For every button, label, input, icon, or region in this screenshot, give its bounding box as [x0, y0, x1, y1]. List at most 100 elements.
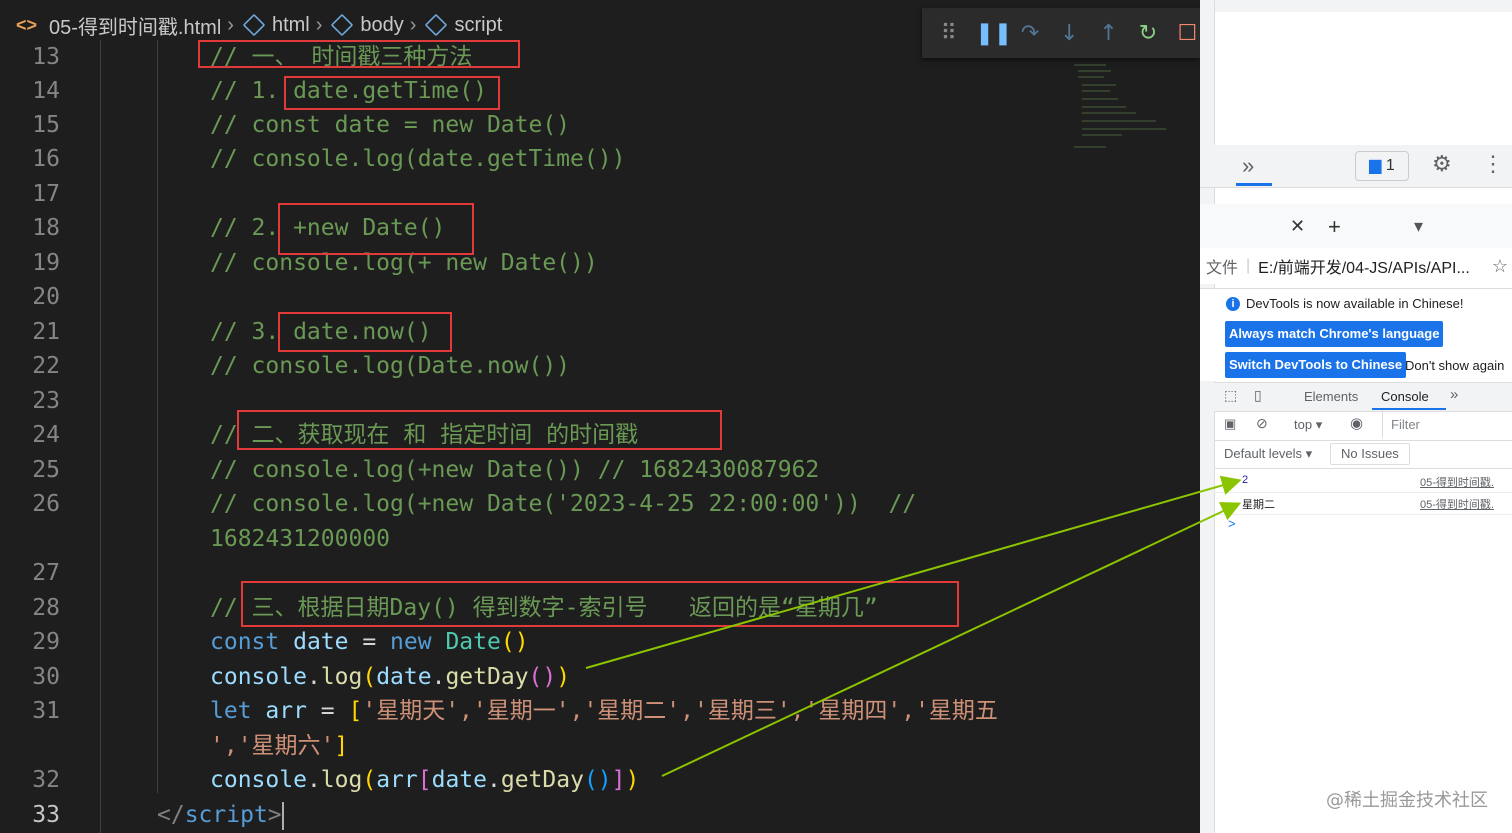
chevron-right-icon: › — [409, 13, 417, 36]
address-label: 文件 — [1206, 260, 1239, 277]
element-icon — [331, 13, 354, 37]
no-issues-button[interactable]: No Issues — [1330, 443, 1410, 465]
line-number: 16 — [32, 146, 60, 172]
filter-input[interactable]: Filter — [1382, 410, 1512, 438]
line-number: 26 — [32, 491, 60, 517]
line-number: 30 — [32, 664, 60, 690]
issues-badge[interactable]: ▆ 1 — [1355, 151, 1409, 181]
chevron-down-icon[interactable]: ▾ — [1414, 216, 1423, 237]
gear-icon[interactable]: ⚙ — [1432, 151, 1452, 177]
drag-handle-icon[interactable]: ⠿ — [936, 21, 961, 46]
eye-icon[interactable]: ◉ — [1350, 414, 1363, 432]
address-bar[interactable]: 文件 | E:/前端开发/04-JS/APIs/API... ☆ — [1200, 248, 1512, 284]
restart-icon[interactable]: ↻ — [1135, 21, 1160, 46]
minimap[interactable] — [1066, 55, 1176, 155]
line-number: 17 — [32, 181, 60, 207]
line-number: 25 — [32, 457, 60, 483]
tab-elements[interactable]: Elements — [1304, 389, 1358, 404]
chevron-right-icon: › — [315, 13, 323, 36]
tab-console[interactable]: Console — [1381, 389, 1429, 404]
console-value: 2 — [1242, 474, 1249, 486]
devtools-panel-tabs: ⬚ ▯ Elements Console » — [1214, 382, 1512, 412]
breadcrumb: <> 05-得到时间戳.html › html › body › script — [0, 8, 502, 42]
line-number: 27 — [32, 560, 60, 586]
more-tabs-icon[interactable]: » — [1242, 153, 1254, 179]
line-number: 21 — [32, 319, 60, 345]
code-line-33: </script> — [157, 801, 284, 830]
line-number: 31 — [32, 698, 60, 724]
line-number: 29 — [32, 629, 60, 655]
chevron-right-icon: › — [227, 13, 234, 36]
new-tab-icon[interactable]: + — [1328, 214, 1341, 240]
breadcrumb-file[interactable]: 05-得到时间戳.html — [49, 11, 221, 40]
kebab-menu-icon[interactable]: ⋮ — [1482, 151, 1504, 177]
pause-icon[interactable]: ❚❚ — [975, 21, 1012, 46]
indent-guide — [100, 40, 101, 833]
line-number: 18 — [32, 215, 60, 241]
code-line-25: // console.log(+new Date()) // 168243008… — [210, 457, 820, 483]
console-source-link[interactable]: 05-得到时间戳. — [1420, 474, 1494, 490]
window-edge — [1200, 0, 1215, 833]
devtools-top-bar: » ▆ 1 ⚙ ⋮ — [1200, 145, 1512, 188]
annotation-box — [237, 410, 722, 450]
code-line-30: console.log(date.getDay()) — [210, 664, 571, 690]
devtools-window: » ▆ 1 ⚙ ⋮ ✕ + ▾ 文件 | E:/前端开发/04-JS/APIs/… — [1200, 0, 1512, 833]
code-line-22: // console.log(Date.now()) — [210, 353, 571, 379]
console-row: 星期二 05-得到时间戳. — [1214, 492, 1512, 515]
dont-show-again-button[interactable]: Don't show again — [1405, 358, 1504, 373]
breadcrumb-body[interactable]: body — [328, 13, 404, 37]
console-toolbar-levels: Default levels ▾ No Issues — [1214, 440, 1512, 469]
language-infobar: i DevTools is now available in Chinese! … — [1200, 288, 1512, 381]
close-icon[interactable]: ✕ — [1290, 216, 1305, 237]
context-select[interactable]: top ▾ — [1294, 417, 1322, 433]
inspect-icon[interactable]: ⬚ — [1224, 387, 1237, 404]
line-number: 23 — [32, 388, 60, 414]
stop-icon[interactable]: ☐ — [1175, 21, 1200, 46]
line-number: 22 — [32, 353, 60, 379]
console-prompt[interactable]: > — [1228, 516, 1236, 531]
step-over-icon[interactable]: ↷ — [1017, 21, 1042, 46]
annotation-box — [284, 76, 500, 110]
code-line-31-wrap: ','星期六'] — [210, 733, 349, 759]
console-row: 2 05-得到时间戳. — [1214, 470, 1512, 493]
step-into-icon[interactable]: ↓ — [1057, 21, 1082, 46]
code-line-16: // console.log(date.getTime()) — [210, 146, 626, 172]
line-number: 13 — [32, 44, 60, 70]
clear-console-icon[interactable]: ⊘ — [1256, 415, 1268, 432]
code-line-26: // console.log(+new Date('2023-4-25 22:0… — [210, 491, 917, 517]
console-value: 星期二 — [1242, 499, 1275, 511]
info-icon: i — [1226, 297, 1240, 311]
code-line-15: // const date = new Date() — [210, 112, 571, 138]
annotation-box — [241, 581, 959, 627]
step-out-icon[interactable]: ↑ — [1096, 21, 1121, 46]
sidebar-toggle-icon[interactable]: ▣ — [1224, 416, 1236, 432]
console-toolbar: ▣ ⊘ top ▾ ◉ Filter — [1214, 410, 1512, 441]
breadcrumb-html[interactable]: html — [240, 14, 310, 37]
code-line-29: const date = new Date() — [210, 629, 529, 655]
console-source-link[interactable]: 05-得到时间戳. — [1420, 496, 1494, 512]
line-number: 28 — [32, 595, 60, 621]
debug-toolbar: ⠿ ❚❚ ↷ ↓ ↑ ↻ ☐ — [922, 8, 1200, 58]
always-match-button[interactable]: Always match Chrome's language — [1225, 321, 1444, 347]
line-number: 24 — [32, 422, 60, 448]
line-number: 32 — [32, 767, 60, 793]
html-file-icon: <> — [16, 14, 38, 35]
breadcrumb-script[interactable]: script — [422, 14, 502, 37]
indent-guide — [157, 40, 158, 793]
element-icon — [425, 13, 448, 37]
default-levels-select[interactable]: Default levels ▾ — [1224, 446, 1312, 462]
line-number: 14 — [32, 78, 60, 104]
device-toolbar-icon[interactable]: ▯ — [1254, 387, 1262, 404]
annotation-box — [198, 40, 520, 68]
text-cursor — [281, 801, 284, 830]
star-icon[interactable]: ☆ — [1492, 256, 1508, 277]
more-tabs-icon[interactable]: » — [1450, 386, 1458, 403]
code-editor[interactable]: <> 05-得到时间戳.html › html › body › script … — [0, 0, 1200, 833]
address-text[interactable]: E:/前端开发/04-JS/APIs/API... — [1258, 254, 1470, 278]
switch-to-chinese-button[interactable]: Switch DevTools to Chinese — [1225, 352, 1407, 378]
line-number: 19 — [32, 250, 60, 276]
annotation-box — [278, 203, 474, 255]
info-text: DevTools is now available in Chinese! — [1246, 296, 1464, 311]
element-icon — [242, 13, 266, 37]
code-line-32: console.log(arr[date.getDay()]) — [210, 767, 640, 793]
